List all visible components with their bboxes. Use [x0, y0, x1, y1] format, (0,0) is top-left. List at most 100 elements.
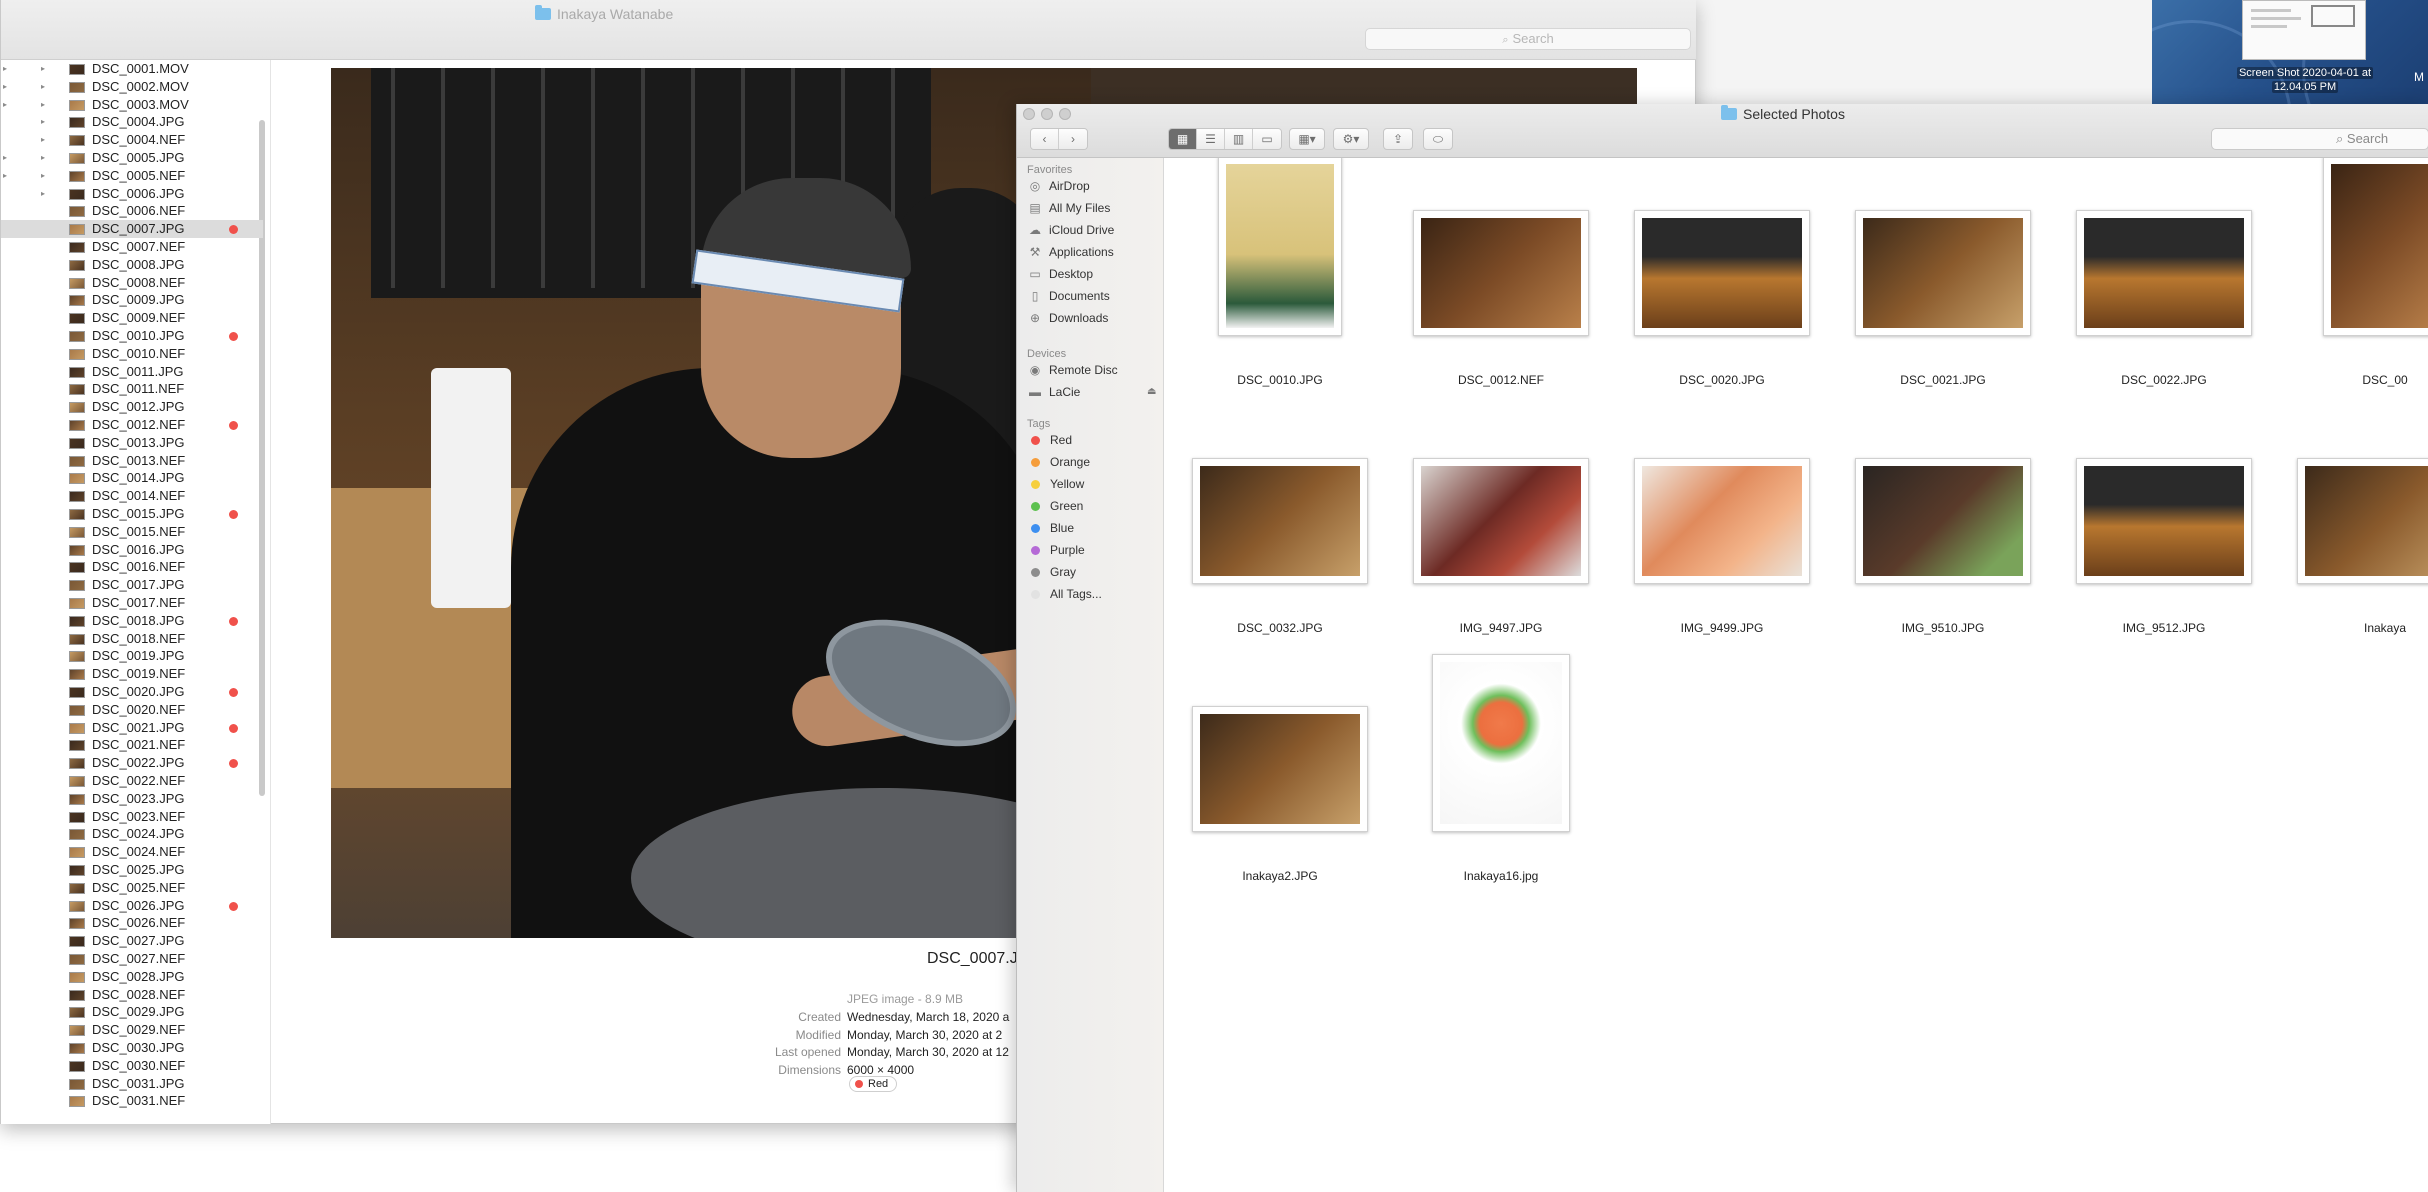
sidebar-item-icloud-drive[interactable]: ☁ iCloud Drive: [1027, 220, 1114, 240]
file-list-item[interactable]: DSC_0026.NEF: [1, 914, 263, 932]
file-list-item[interactable]: ▸ DSC_0004.NEF: [1, 131, 263, 149]
screenshot-file-caption[interactable]: Screen Shot 2020-04-01 at 12.04.05 PM: [2224, 66, 2386, 94]
file-list-item[interactable]: DSC_0012.JPG: [1, 398, 263, 416]
disclosure-icon[interactable]: ▸: [3, 60, 7, 78]
disclosure-icon[interactable]: ▸: [41, 131, 45, 149]
disclosure-icon[interactable]: ▸: [41, 78, 45, 96]
disclosure-icon[interactable]: ▸: [41, 96, 45, 114]
file-list-item[interactable]: DSC_0021.JPG: [1, 719, 263, 737]
list-view-icon[interactable]: ☰: [1197, 129, 1225, 149]
file-list-item[interactable]: DSC_0023.JPG: [1, 790, 263, 808]
file-list-item[interactable]: DSC_0023.NEF: [1, 808, 263, 826]
disclosure-icon[interactable]: ▸: [3, 167, 7, 185]
share-icon[interactable]: ⇪: [1383, 128, 1413, 150]
file-list-item[interactable]: DSC_0007.NEF: [1, 238, 263, 256]
file-list-item[interactable]: DSC_0020.NEF: [1, 701, 263, 719]
file-list-item[interactable]: DSC_0009.JPG: [1, 291, 263, 309]
sidebar-item-documents[interactable]: ▯ Documents: [1027, 286, 1110, 306]
file-list-item[interactable]: DSC_0015.NEF: [1, 523, 263, 541]
file-list-item[interactable]: DSC_0030.JPG: [1, 1039, 263, 1057]
file-list-item[interactable]: DSC_0018.JPG: [1, 612, 263, 630]
back-icon[interactable]: ‹: [1031, 129, 1059, 149]
file-list-item[interactable]: ▸ ▸ DSC_0005.JPG: [1, 149, 263, 167]
sidebar-tag-all-tags-[interactable]: All Tags...: [1027, 584, 1102, 604]
disclosure-icon[interactable]: ▸: [41, 60, 45, 78]
arrange-icon[interactable]: ▦▾: [1289, 128, 1325, 150]
file-list-item[interactable]: DSC_0029.NEF: [1, 1021, 263, 1039]
file-list-item[interactable]: DSC_0025.JPG: [1, 861, 263, 879]
column-view-icon[interactable]: ▥: [1225, 129, 1253, 149]
zoom-button[interactable]: [1059, 108, 1071, 120]
file-list-item[interactable]: DSC_0027.JPG: [1, 932, 263, 950]
file-list-item[interactable]: ▸ ▸ DSC_0003.MOV: [1, 96, 263, 114]
file-list-item[interactable]: DSC_0013.NEF: [1, 452, 263, 470]
sidebar-tag-blue[interactable]: Blue: [1027, 518, 1074, 538]
file-list-item[interactable]: DSC_0019.JPG: [1, 647, 263, 665]
file-list-item[interactable]: DSC_0011.JPG: [1, 363, 263, 381]
file-list-item[interactable]: DSC_0014.JPG: [1, 469, 263, 487]
sidebar-tag-green[interactable]: Green: [1027, 496, 1083, 516]
disclosure-icon[interactable]: ▸: [41, 113, 45, 131]
file-list-item[interactable]: DSC_0010.JPG: [1, 327, 263, 345]
file-list-item[interactable]: DSC_0016.JPG: [1, 541, 263, 559]
file-list-item[interactable]: DSC_0027.NEF: [1, 950, 263, 968]
file-list-item[interactable]: DSC_0031.JPG: [1, 1075, 263, 1093]
forward-icon[interactable]: ›: [1059, 129, 1087, 149]
file-list-item[interactable]: DSC_0013.JPG: [1, 434, 263, 452]
disclosure-icon[interactable]: ▸: [41, 167, 45, 185]
disclosure-icon[interactable]: ▸: [3, 149, 7, 167]
file-list-item[interactable]: DSC_0006.NEF: [1, 202, 263, 220]
sidebar-tag-yellow[interactable]: Yellow: [1027, 474, 1084, 494]
file-list-item[interactable]: DSC_0014.NEF: [1, 487, 263, 505]
disclosure-icon[interactable]: ▸: [41, 149, 45, 167]
file-list-item[interactable]: DSC_0029.JPG: [1, 1003, 263, 1021]
icon-view-icon[interactable]: ▦: [1169, 129, 1197, 149]
file-list-item[interactable]: DSC_0026.JPG: [1, 897, 263, 915]
finder-search-field[interactable]: ⌕ Search: [2211, 128, 2428, 150]
file-list-item[interactable]: ▸ DSC_0006.JPG: [1, 185, 263, 203]
file-list-item[interactable]: DSC_0018.NEF: [1, 630, 263, 648]
file-list-item[interactable]: DSC_0025.NEF: [1, 879, 263, 897]
file-list-item[interactable]: ▸ DSC_0004.JPG: [1, 113, 263, 131]
gallery-view-icon[interactable]: ▭: [1253, 129, 1281, 149]
file-list-item[interactable]: DSC_0028.JPG: [1, 968, 263, 986]
sidebar-tag-orange[interactable]: Orange: [1027, 452, 1090, 472]
file-list-item[interactable]: DSC_0008.JPG: [1, 256, 263, 274]
file-list-item[interactable]: DSC_0024.JPG: [1, 825, 263, 843]
file-list-item[interactable]: DSC_0007.JPG: [1, 220, 263, 239]
file-list-item[interactable]: DSC_0009.NEF: [1, 309, 263, 327]
sidebar-tag-purple[interactable]: Purple: [1027, 540, 1085, 560]
file-list-item[interactable]: DSC_0020.JPG: [1, 683, 263, 701]
sidebar-item-applications[interactable]: ⚒ Applications: [1027, 242, 1114, 262]
sidebar-item-lacie[interactable]: ▬ LaCie: [1027, 382, 1080, 402]
disclosure-icon[interactable]: ▸: [41, 185, 45, 203]
file-list-item[interactable]: ▸ ▸ DSC_0005.NEF: [1, 167, 263, 185]
file-list-item[interactable]: DSC_0022.JPG: [1, 754, 263, 772]
file-list-item[interactable]: DSC_0024.NEF: [1, 843, 263, 861]
file-list-item[interactable]: DSC_0016.NEF: [1, 558, 263, 576]
file-list-item[interactable]: DSC_0030.NEF: [1, 1057, 263, 1075]
file-list-item[interactable]: DSC_0010.NEF: [1, 345, 263, 363]
disclosure-icon[interactable]: ▸: [3, 96, 7, 114]
close-button[interactable]: [1023, 108, 1035, 120]
file-list-item[interactable]: DSC_0017.NEF: [1, 594, 263, 612]
file-list-item[interactable]: DSC_0028.NEF: [1, 986, 263, 1004]
file-list-item[interactable]: DSC_0021.NEF: [1, 736, 263, 754]
eject-icon[interactable]: ⏏: [1147, 386, 1156, 397]
minimize-button[interactable]: [1041, 108, 1053, 120]
file-list-item[interactable]: DSC_0012.NEF: [1, 416, 263, 434]
file-list-item[interactable]: DSC_0015.JPG: [1, 505, 263, 523]
file-list-item[interactable]: ▸ ▸ DSC_0001.MOV: [1, 60, 263, 78]
gear-icon[interactable]: ⚙▾: [1333, 128, 1369, 150]
tag-icon[interactable]: ⬭: [1423, 128, 1453, 150]
sidebar-item-downloads[interactable]: ⊕ Downloads: [1027, 308, 1108, 328]
file-list-item[interactable]: DSC_0011.NEF: [1, 380, 263, 398]
info-tag-red[interactable]: Red: [849, 1076, 898, 1092]
file-list-item[interactable]: DSC_0008.NEF: [1, 274, 263, 292]
sidebar-tag-gray[interactable]: Gray: [1027, 562, 1076, 582]
file-list-item[interactable]: DSC_0031.NEF: [1, 1092, 263, 1110]
sidebar-item-all-my-files[interactable]: ▤ All My Files: [1027, 198, 1110, 218]
file-list-item[interactable]: DSC_0022.NEF: [1, 772, 263, 790]
sidebar-item-airdrop[interactable]: ◎ AirDrop: [1027, 176, 1090, 196]
file-list-item[interactable]: ▸ ▸ DSC_0002.MOV: [1, 78, 263, 96]
